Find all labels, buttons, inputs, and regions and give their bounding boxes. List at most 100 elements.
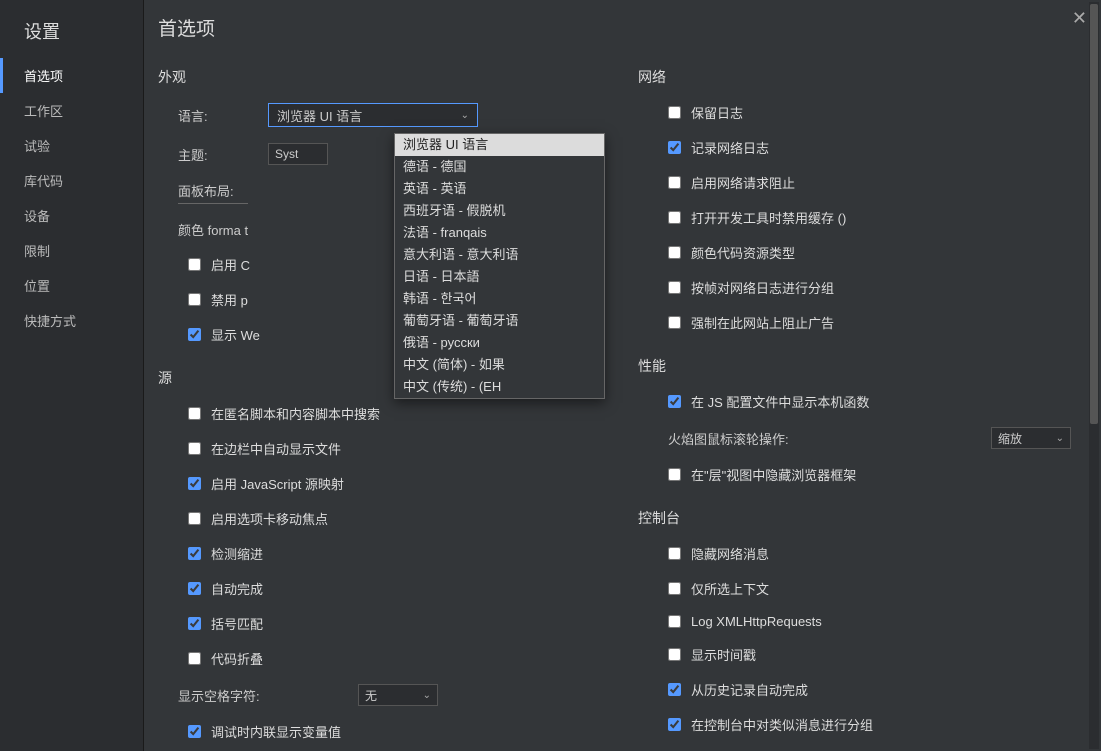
nav-experiments[interactable]: 试验 bbox=[0, 128, 143, 163]
tab-focus-label: 启用选项卡移动焦点 bbox=[211, 509, 328, 528]
settings-window: ✕ 设置 首选项 工作区 试验 库代码 设备 限制 位置 快捷方式 首选项 外观… bbox=[0, 0, 1101, 751]
group-frame-checkbox[interactable] bbox=[668, 281, 681, 294]
lang-option-es[interactable]: 西班牙语 - 假脱机 bbox=[395, 200, 604, 222]
auto-reveal-checkbox[interactable] bbox=[188, 442, 201, 455]
inline-vars-checkbox[interactable] bbox=[188, 725, 201, 738]
lang-option-en[interactable]: 英语 - 英语 bbox=[395, 178, 604, 200]
lang-option-browser[interactable]: 浏览器 UI 语言 bbox=[395, 134, 604, 156]
detect-indent-checkbox[interactable] bbox=[188, 547, 201, 560]
color-format-label: 颜色 forma t bbox=[178, 220, 298, 239]
flame-value: 缩放 bbox=[998, 430, 1022, 447]
native-fn-checkbox[interactable] bbox=[668, 395, 681, 408]
preserve-log-checkbox[interactable] bbox=[668, 106, 681, 119]
lang-option-pt[interactable]: 葡萄牙语 - 葡萄牙语 bbox=[395, 310, 604, 332]
disable-cache-checkbox[interactable] bbox=[668, 211, 681, 224]
group-similar-checkbox[interactable] bbox=[668, 718, 681, 731]
nav-shortcuts[interactable]: 快捷方式 bbox=[0, 303, 143, 338]
scrollbar-track bbox=[1089, 2, 1099, 749]
codefold-checkbox[interactable] bbox=[188, 652, 201, 665]
enable-c-checkbox[interactable] bbox=[188, 258, 201, 271]
search-anon-label: 在匿名脚本和内容脚本中搜索 bbox=[211, 404, 380, 423]
enable-c-label: 启用 C bbox=[211, 255, 250, 274]
hide-network-checkbox[interactable] bbox=[668, 547, 681, 560]
disable-p-checkbox[interactable] bbox=[188, 293, 201, 306]
bracket-checkbox[interactable] bbox=[188, 617, 201, 630]
nav-devices[interactable]: 设备 bbox=[0, 198, 143, 233]
history-ac-label: 从历史记录自动完成 bbox=[691, 680, 808, 699]
history-ac-checkbox[interactable] bbox=[668, 683, 681, 696]
preserve-log-label: 保留日志 bbox=[691, 103, 743, 122]
chevron-down-icon: ⌄ bbox=[461, 110, 469, 121]
color-code-checkbox[interactable] bbox=[668, 246, 681, 259]
selected-ctx-label: 仅所选上下文 bbox=[691, 579, 769, 598]
sidebar-title: 设置 bbox=[0, 8, 143, 58]
color-code-label: 颜色代码资源类型 bbox=[691, 243, 795, 262]
nav-preferences[interactable]: 首选项 bbox=[0, 58, 143, 93]
bracket-label: 括号匹配 bbox=[211, 614, 263, 633]
record-log-label: 记录网络日志 bbox=[691, 138, 769, 157]
nav-throttling[interactable]: 限制 bbox=[0, 233, 143, 268]
main-panel: 首选项 外观 语言: 浏览器 UI 语言 ⌄ 主题: Syst 面板布局: bbox=[144, 0, 1101, 751]
whitespace-select[interactable]: 无 ⌄ bbox=[358, 684, 438, 706]
group-frame-label: 按帧对网络日志进行分组 bbox=[691, 278, 834, 297]
show-ts-label: 显示时间戳 bbox=[691, 645, 756, 664]
theme-select[interactable]: Syst bbox=[268, 143, 328, 165]
enable-blocking-checkbox[interactable] bbox=[668, 176, 681, 189]
chevron-down-icon: ⌄ bbox=[423, 690, 431, 701]
nav-workspace[interactable]: 工作区 bbox=[0, 93, 143, 128]
nav-locations[interactable]: 位置 bbox=[0, 268, 143, 303]
enable-blocking-label: 启用网络请求阻止 bbox=[691, 173, 795, 192]
flame-select[interactable]: 缩放 ⌄ bbox=[991, 427, 1071, 449]
show-ts-checkbox[interactable] bbox=[668, 648, 681, 661]
language-select[interactable]: 浏览器 UI 语言 ⌄ bbox=[268, 103, 478, 127]
block-ads-label: 强制在此网站上阻止广告 bbox=[691, 313, 834, 332]
js-sourcemap-label: 启用 JavaScript 源映射 bbox=[211, 474, 344, 493]
auto-reveal-label: 在边栏中自动显示文件 bbox=[211, 439, 341, 458]
autocomplete-label: 自动完成 bbox=[211, 579, 263, 598]
codefold-label: 代码折叠 bbox=[211, 649, 263, 668]
autocomplete-checkbox[interactable] bbox=[188, 582, 201, 595]
native-fn-label: 在 JS 配置文件中显示本机函数 bbox=[691, 392, 869, 411]
hide-frames-checkbox[interactable] bbox=[668, 468, 681, 481]
section-console: 控制台 bbox=[638, 508, 1071, 528]
tab-focus-checkbox[interactable] bbox=[188, 512, 201, 525]
lang-option-de[interactable]: 德语 - 德国 bbox=[395, 156, 604, 178]
record-log-checkbox[interactable] bbox=[668, 141, 681, 154]
lang-option-it[interactable]: 意大利语 - 意大利语 bbox=[395, 244, 604, 266]
group-similar-label: 在控制台中对类似消息进行分组 bbox=[691, 715, 873, 734]
lang-option-zh-cn[interactable]: 中文 (简体) - 如果 bbox=[395, 354, 604, 376]
log-xhr-checkbox[interactable] bbox=[668, 615, 681, 628]
section-performance: 性能 bbox=[638, 356, 1071, 376]
lang-option-ja[interactable]: 日语 - 日本語 bbox=[395, 266, 604, 288]
lang-option-ko[interactable]: 韩语 - 한국어 bbox=[395, 288, 604, 310]
inline-vars-label: 调试时内联显示变量值 bbox=[211, 722, 341, 741]
panel-layout-label: 面板布局: bbox=[178, 181, 248, 204]
nav-blackboxing[interactable]: 库代码 bbox=[0, 163, 143, 198]
whitespace-value: 无 bbox=[365, 687, 377, 704]
whitespace-label: 显示空格字符: bbox=[178, 686, 358, 705]
disable-cache-label: 打开开发工具时禁用缓存 () bbox=[691, 208, 846, 227]
block-ads-checkbox[interactable] bbox=[668, 316, 681, 329]
section-network: 网络 bbox=[638, 67, 1071, 87]
lang-option-zh-tw[interactable]: 中文 (传统) - (EH bbox=[395, 376, 604, 398]
language-dropdown[interactable]: 浏览器 UI 语言 德语 - 德国 英语 - 英语 西班牙语 - 假脱机 法语 … bbox=[394, 133, 605, 399]
language-value: 浏览器 UI 语言 bbox=[277, 106, 362, 125]
disable-p-label: 禁用 p bbox=[211, 290, 248, 309]
scrollbar-thumb[interactable] bbox=[1090, 4, 1098, 424]
chevron-down-icon: ⌄ bbox=[1056, 433, 1064, 444]
selected-ctx-checkbox[interactable] bbox=[668, 582, 681, 595]
hide-network-label: 隐藏网络消息 bbox=[691, 544, 769, 563]
theme-label: 主题: bbox=[178, 145, 268, 164]
sidebar: 设置 首选项 工作区 试验 库代码 设备 限制 位置 快捷方式 bbox=[0, 0, 144, 751]
log-xhr-label: Log XMLHttpRequests bbox=[691, 614, 822, 629]
language-label: 语言: bbox=[178, 106, 268, 125]
show-we-checkbox[interactable] bbox=[188, 328, 201, 341]
lang-option-fr[interactable]: 法语 - franqais bbox=[395, 222, 604, 244]
js-sourcemap-checkbox[interactable] bbox=[188, 477, 201, 490]
detect-indent-label: 检测缩进 bbox=[211, 544, 263, 563]
lang-option-ru[interactable]: 俄语 - русски bbox=[395, 332, 604, 354]
section-appearance: 外观 bbox=[158, 67, 598, 87]
search-anon-checkbox[interactable] bbox=[188, 407, 201, 420]
hide-frames-label: 在"层"视图中隐藏浏览器框架 bbox=[691, 465, 856, 484]
show-we-label: 显示 We bbox=[211, 325, 260, 344]
